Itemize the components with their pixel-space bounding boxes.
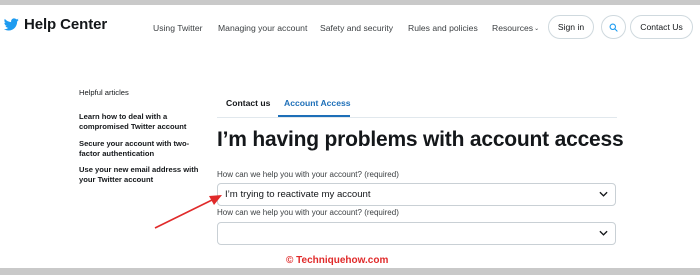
nav-resources-label: Resources <box>492 23 534 33</box>
tab-account-access[interactable]: Account Access <box>284 98 351 108</box>
bottom-border <box>0 268 700 275</box>
watermark: © Techniquehow.com <box>286 255 389 266</box>
contact-us-button[interactable]: Contact Us <box>630 15 693 39</box>
nav-resources[interactable]: Resources⌄ <box>492 23 539 33</box>
sign-in-button[interactable]: Sign in <box>548 15 594 39</box>
field1-label: How can we help you with your account? (… <box>217 170 399 179</box>
tab-bar: Contact us Account Access <box>217 95 617 118</box>
twitter-bird-icon <box>4 18 19 31</box>
search-button[interactable] <box>601 15 626 39</box>
article-link-compromised[interactable]: Learn how to deal with a compromised Twi… <box>79 112 204 131</box>
select1-value: I’m trying to reactivate my account <box>225 189 371 200</box>
active-tab-indicator <box>278 115 350 117</box>
nav-safety-security[interactable]: Safety and security <box>320 23 393 33</box>
search-icon <box>609 23 618 32</box>
article-link-email[interactable]: Use your new email address with your Twi… <box>79 165 204 184</box>
account-help-select-2[interactable] <box>217 222 616 245</box>
chevron-down-icon <box>599 191 608 197</box>
page-title: I’m having problems with account access <box>217 128 624 151</box>
nav-rules-policies[interactable]: Rules and policies <box>408 23 478 33</box>
article-link-two-factor[interactable]: Secure your account with two-factor auth… <box>79 139 204 158</box>
brand-link[interactable]: Help Center <box>4 16 107 33</box>
chevron-down-icon <box>599 230 608 236</box>
nav-managing-account[interactable]: Managing your account <box>218 23 307 33</box>
nav-using-twitter[interactable]: Using Twitter <box>153 23 203 33</box>
tab-contact-us[interactable]: Contact us <box>226 98 270 108</box>
account-help-select-1[interactable]: I’m trying to reactivate my account <box>217 183 616 206</box>
field2-label: How can we help you with your account? (… <box>217 208 399 217</box>
site-header: Help Center Using Twitter Managing your … <box>0 5 700 50</box>
chevron-down-icon: ⌄ <box>534 26 540 32</box>
helpful-articles-heading: Helpful articles <box>79 88 129 97</box>
brand-title: Help Center <box>24 16 108 33</box>
